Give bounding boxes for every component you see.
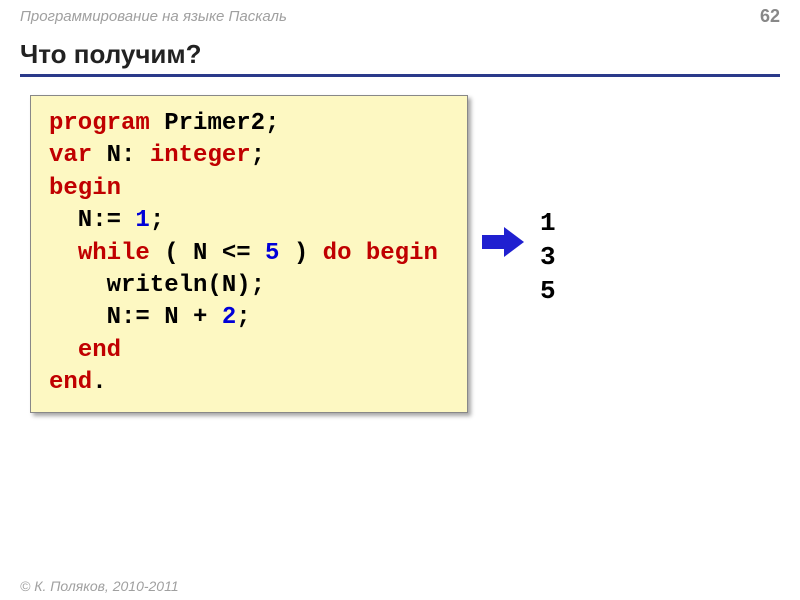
code-line: N:= 1; (49, 205, 449, 237)
code-line: end (49, 335, 449, 367)
code-line: program Primer2; (49, 108, 449, 140)
keyword-end: end (78, 337, 121, 364)
topic-text: Программирование на языке Паскаль (20, 8, 287, 25)
slide-footer: © К. Поляков, 2010-2011 (20, 578, 179, 594)
literal-1: 1 (135, 207, 149, 234)
keyword-begin: begin (49, 175, 121, 202)
keyword-var: var (49, 142, 92, 169)
output-block: 1 3 5 (540, 207, 556, 308)
content-area: program Primer2; var N: integer; begin N… (0, 77, 800, 413)
keyword-do-begin: do begin (323, 240, 438, 267)
literal-2: 2 (222, 304, 236, 331)
keyword-end: end (49, 369, 92, 396)
output-line: 1 (540, 207, 556, 241)
literal-5: 5 (265, 240, 279, 267)
code-line: end. (49, 367, 449, 399)
code-line: var N: integer; (49, 140, 449, 172)
code-line: begin (49, 173, 449, 205)
output-line: 3 (540, 241, 556, 275)
page-number: 62 (760, 6, 780, 27)
slide-title: Что получим? (20, 39, 780, 77)
arrow-right-icon (482, 227, 524, 257)
code-line: N:= N + 2; (49, 302, 449, 334)
code-line: writeln(N); (49, 270, 449, 302)
slide-header: Программирование на языке Паскаль 62 (0, 0, 800, 31)
keyword-program: program (49, 110, 150, 137)
title-area: Что получим? (0, 31, 800, 77)
keyword-integer: integer (150, 142, 251, 169)
keyword-while: while (78, 240, 150, 267)
code-line: while ( N <= 5 ) do begin (49, 238, 449, 270)
code-block: program Primer2; var N: integer; begin N… (30, 95, 468, 413)
arrow-wrap (468, 227, 534, 257)
output-line: 5 (540, 275, 556, 309)
